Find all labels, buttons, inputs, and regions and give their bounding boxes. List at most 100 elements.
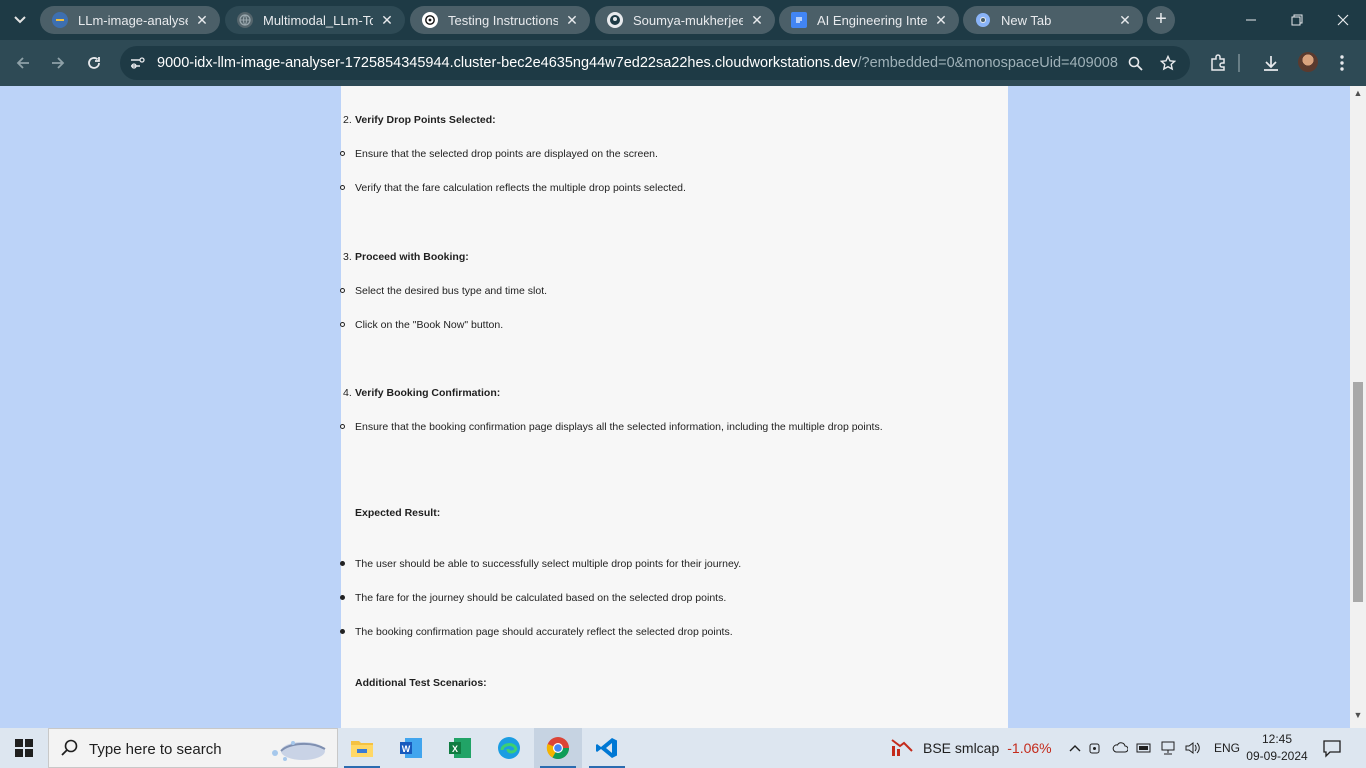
url-path: /?embedded=0&monospaceUid=409008 xyxy=(857,55,1118,71)
taskbar-word[interactable]: W xyxy=(387,728,435,768)
onedrive-cloud-icon[interactable] xyxy=(1108,742,1132,754)
windows-logo-icon xyxy=(15,739,33,757)
bullet-marker xyxy=(340,595,345,600)
new-tab-button[interactable]: + xyxy=(1147,6,1175,34)
arrow-right-icon xyxy=(52,57,65,69)
taskbar-edge[interactable] xyxy=(485,728,533,768)
input-language[interactable]: ENG xyxy=(1214,741,1240,755)
tab-close-icon[interactable]: ✕ xyxy=(379,12,395,28)
excel-icon: X xyxy=(449,738,471,758)
browser-toolbar: 9000-idx-llm-image-analyser-172585434594… xyxy=(0,40,1366,86)
forward-button[interactable] xyxy=(43,48,73,78)
bullet-marker xyxy=(340,629,345,634)
bullet-marker xyxy=(340,151,345,156)
app-favicon-icon xyxy=(52,12,68,28)
edge-icon xyxy=(498,737,520,759)
svg-text:W: W xyxy=(402,744,411,754)
svg-text:X: X xyxy=(452,744,458,754)
tab-title: Multimodal_LLm-Tool xyxy=(263,12,373,28)
chatgpt-icon xyxy=(422,12,438,28)
tab-ai-engineering-intern[interactable]: AI Engineering Intern ✕ xyxy=(779,6,959,34)
stock-change: -1.06% xyxy=(1007,740,1052,756)
clock-time: 12:45 xyxy=(1261,732,1293,746)
back-button[interactable] xyxy=(8,48,38,78)
stock-widget[interactable]: BSE smlcap -1.06% xyxy=(890,728,1052,768)
tab-close-icon[interactable]: ✕ xyxy=(933,12,949,28)
url-host: 9000-idx-llm-image-analyser-172585434594… xyxy=(157,55,858,71)
reload-icon xyxy=(88,57,100,69)
taskbar-search-box[interactable]: Type here to search xyxy=(48,728,338,768)
tab-testing-instructions[interactable]: Testing Instructions T ✕ xyxy=(410,6,590,34)
zoom-search-icon[interactable] xyxy=(1125,53,1145,73)
google-docs-icon xyxy=(791,12,807,28)
reload-button[interactable] xyxy=(79,48,109,78)
network-icon[interactable] xyxy=(1156,741,1180,755)
list-item: Ensure that the selected drop points are… xyxy=(355,148,658,160)
meet-now-icon[interactable] xyxy=(1084,741,1108,755)
clock-date: 09-09-2024 xyxy=(1246,749,1308,763)
start-button[interactable] xyxy=(0,728,48,768)
stock-down-chart-icon xyxy=(891,739,913,756)
browser-tab-strip: LLm-image-analyser ✕ Multimodal_LLm-Tool… xyxy=(0,0,1366,40)
tab-title: Testing Instructions T xyxy=(448,12,558,28)
restore-button[interactable] xyxy=(1274,0,1320,40)
system-clock[interactable]: 12:45 09-09-2024 xyxy=(1242,731,1312,765)
list-item: Ensure that the booking confirmation pag… xyxy=(355,421,883,433)
bullet-marker xyxy=(340,561,345,566)
site-info-icon[interactable] xyxy=(128,53,148,73)
volume-icon[interactable] xyxy=(1180,741,1204,755)
tab-github-profile[interactable]: Soumya-mukherjee1 ✕ xyxy=(595,6,775,34)
taskbar-chrome[interactable] xyxy=(534,728,582,768)
bookmark-star-icon[interactable] xyxy=(1158,53,1178,73)
downloads-icon[interactable] xyxy=(1260,52,1282,74)
tab-search-button[interactable] xyxy=(6,7,34,33)
close-window-button[interactable] xyxy=(1320,0,1366,40)
taskbar-file-explorer[interactable] xyxy=(338,728,386,768)
extensions-icon[interactable] xyxy=(1207,52,1229,74)
section-heading-additional-scenarios: Additional Test Scenarios: xyxy=(355,677,487,689)
notification-center-icon[interactable] xyxy=(1322,738,1342,758)
list-item: The fare for the journey should be calcu… xyxy=(355,592,727,604)
profile-avatar[interactable] xyxy=(1298,52,1318,72)
tab-close-icon[interactable]: ✕ xyxy=(564,12,580,28)
search-placeholder: Type here to search xyxy=(89,741,222,758)
battery-icon[interactable] xyxy=(1132,742,1156,754)
address-bar[interactable]: 9000-idx-llm-image-analyser-172585434594… xyxy=(120,46,1190,80)
chevron-up-icon[interactable] xyxy=(1066,744,1084,752)
scrollbar-thumb[interactable] xyxy=(1353,382,1363,602)
tab-new-tab[interactable]: New Tab ✕ xyxy=(963,6,1143,34)
tab-title: AI Engineering Intern xyxy=(817,12,927,28)
scroll-down-arrow-icon[interactable]: ▼ xyxy=(1350,710,1366,726)
minimize-button[interactable] xyxy=(1228,0,1274,40)
scroll-up-arrow-icon[interactable]: ▲ xyxy=(1350,88,1366,104)
system-tray: ENG xyxy=(1066,728,1240,768)
arrow-left-icon xyxy=(16,57,29,69)
minimize-icon xyxy=(1246,19,1256,21)
github-icon xyxy=(607,12,623,28)
tab-close-icon[interactable]: ✕ xyxy=(749,12,765,28)
tab-close-icon[interactable]: ✕ xyxy=(194,12,210,28)
tab-llm-image-analyser[interactable]: LLm-image-analyser ✕ xyxy=(40,6,220,34)
bullet-marker xyxy=(340,185,345,190)
list-item: Select the desired bus type and time slo… xyxy=(355,285,548,297)
section-heading-expected-result: Expected Result: xyxy=(355,507,441,519)
tab-multimodal-llm-tool[interactable]: Multimodal_LLm-Tool ✕ xyxy=(225,6,405,34)
url-text[interactable]: 9000-idx-llm-image-analyser-172585434594… xyxy=(157,55,1118,71)
chevron-down-icon xyxy=(14,16,26,24)
kebab-menu-icon[interactable] xyxy=(1331,52,1353,74)
tab-close-icon[interactable]: ✕ xyxy=(1117,12,1133,28)
close-icon xyxy=(1337,14,1349,26)
taskbar-vscode[interactable] xyxy=(583,728,631,768)
step-heading: Proceed with Booking: xyxy=(355,251,469,263)
globe-icon xyxy=(237,12,253,28)
list-item: The booking confirmation page should acc… xyxy=(355,626,733,638)
folder-icon xyxy=(351,741,373,757)
search-highlight-illustration-icon xyxy=(272,741,326,761)
list-item: The user should be able to successfully … xyxy=(355,558,742,570)
bullet-marker xyxy=(340,322,345,327)
chrome-icon xyxy=(546,737,569,759)
vertical-scrollbar[interactable]: ▲ ▼ xyxy=(1350,86,1366,728)
taskbar-excel[interactable]: X xyxy=(436,728,484,768)
tab-title: LLm-image-analyser xyxy=(78,12,188,28)
step-heading: Verify Drop Points Selected: xyxy=(355,114,496,126)
